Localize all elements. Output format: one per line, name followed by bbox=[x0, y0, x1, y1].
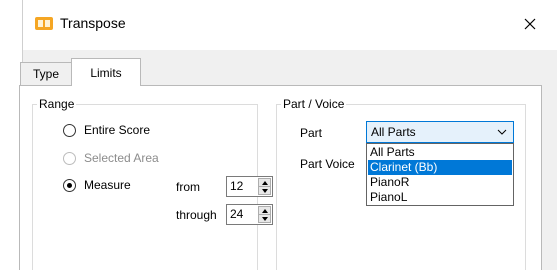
title-bar: Transpose bbox=[23, 0, 557, 50]
dropdown-option-pianol[interactable]: PianoL bbox=[368, 190, 512, 205]
through-measure-stepper[interactable]: 24 bbox=[226, 204, 273, 225]
arrow-down-icon bbox=[261, 189, 268, 193]
close-button[interactable] bbox=[511, 6, 549, 42]
through-decrement-button[interactable] bbox=[259, 215, 270, 223]
radio-entire-score[interactable]: Entire Score bbox=[63, 123, 150, 137]
part-voice-label: Part Voice bbox=[300, 157, 355, 171]
radio-circle bbox=[63, 178, 76, 192]
dropdown-option-all-parts[interactable]: All Parts bbox=[368, 145, 512, 160]
from-increment-button[interactable] bbox=[259, 179, 270, 187]
through-label: through bbox=[176, 208, 217, 222]
part-select-value: All Parts bbox=[371, 125, 416, 139]
radio-selected-dot bbox=[67, 182, 72, 188]
through-measure-value: 24 bbox=[230, 207, 244, 221]
radio-measure[interactable]: Measure bbox=[63, 178, 131, 192]
part-select[interactable]: All Parts bbox=[366, 121, 514, 143]
dropdown-option-pianor[interactable]: PianoR bbox=[368, 175, 512, 190]
part-dropdown-list: All Parts Clarinet (Bb) PianoR PianoL bbox=[366, 143, 514, 206]
tab-type[interactable]: Type bbox=[20, 62, 72, 85]
stepper-buttons bbox=[258, 178, 271, 195]
dropdown-option-clarinet[interactable]: Clarinet (Bb) bbox=[368, 160, 512, 175]
tab-type-label: Type bbox=[32, 67, 59, 81]
tab-limits[interactable]: Limits bbox=[71, 58, 141, 86]
arrow-down-icon bbox=[261, 217, 268, 221]
tab-limits-label: Limits bbox=[90, 65, 122, 80]
close-icon bbox=[524, 18, 536, 30]
radio-measure-label: Measure bbox=[84, 178, 131, 192]
part-label: Part bbox=[300, 126, 323, 140]
part-voice-group-title: Part / Voice bbox=[281, 97, 347, 111]
radio-selected-area-label: Selected Area bbox=[84, 151, 159, 165]
transpose-app-icon bbox=[35, 17, 53, 30]
window-title: Transpose bbox=[60, 15, 126, 31]
range-group-title: Range bbox=[37, 97, 77, 111]
from-measure-stepper[interactable]: 12 bbox=[226, 176, 273, 197]
radio-selected-area[interactable]: Selected Area bbox=[63, 151, 159, 165]
through-increment-button[interactable] bbox=[259, 207, 270, 215]
radio-entire-score-label: Entire Score bbox=[84, 123, 151, 137]
arrow-up-icon bbox=[261, 208, 268, 213]
chevron-down-icon bbox=[497, 129, 507, 135]
from-measure-value: 12 bbox=[230, 179, 244, 193]
from-decrement-button[interactable] bbox=[259, 187, 270, 195]
from-label: from bbox=[176, 180, 200, 194]
radio-circle bbox=[63, 151, 76, 165]
radio-circle bbox=[63, 123, 76, 137]
arrow-up-icon bbox=[261, 180, 268, 185]
stepper-buttons bbox=[258, 206, 271, 223]
